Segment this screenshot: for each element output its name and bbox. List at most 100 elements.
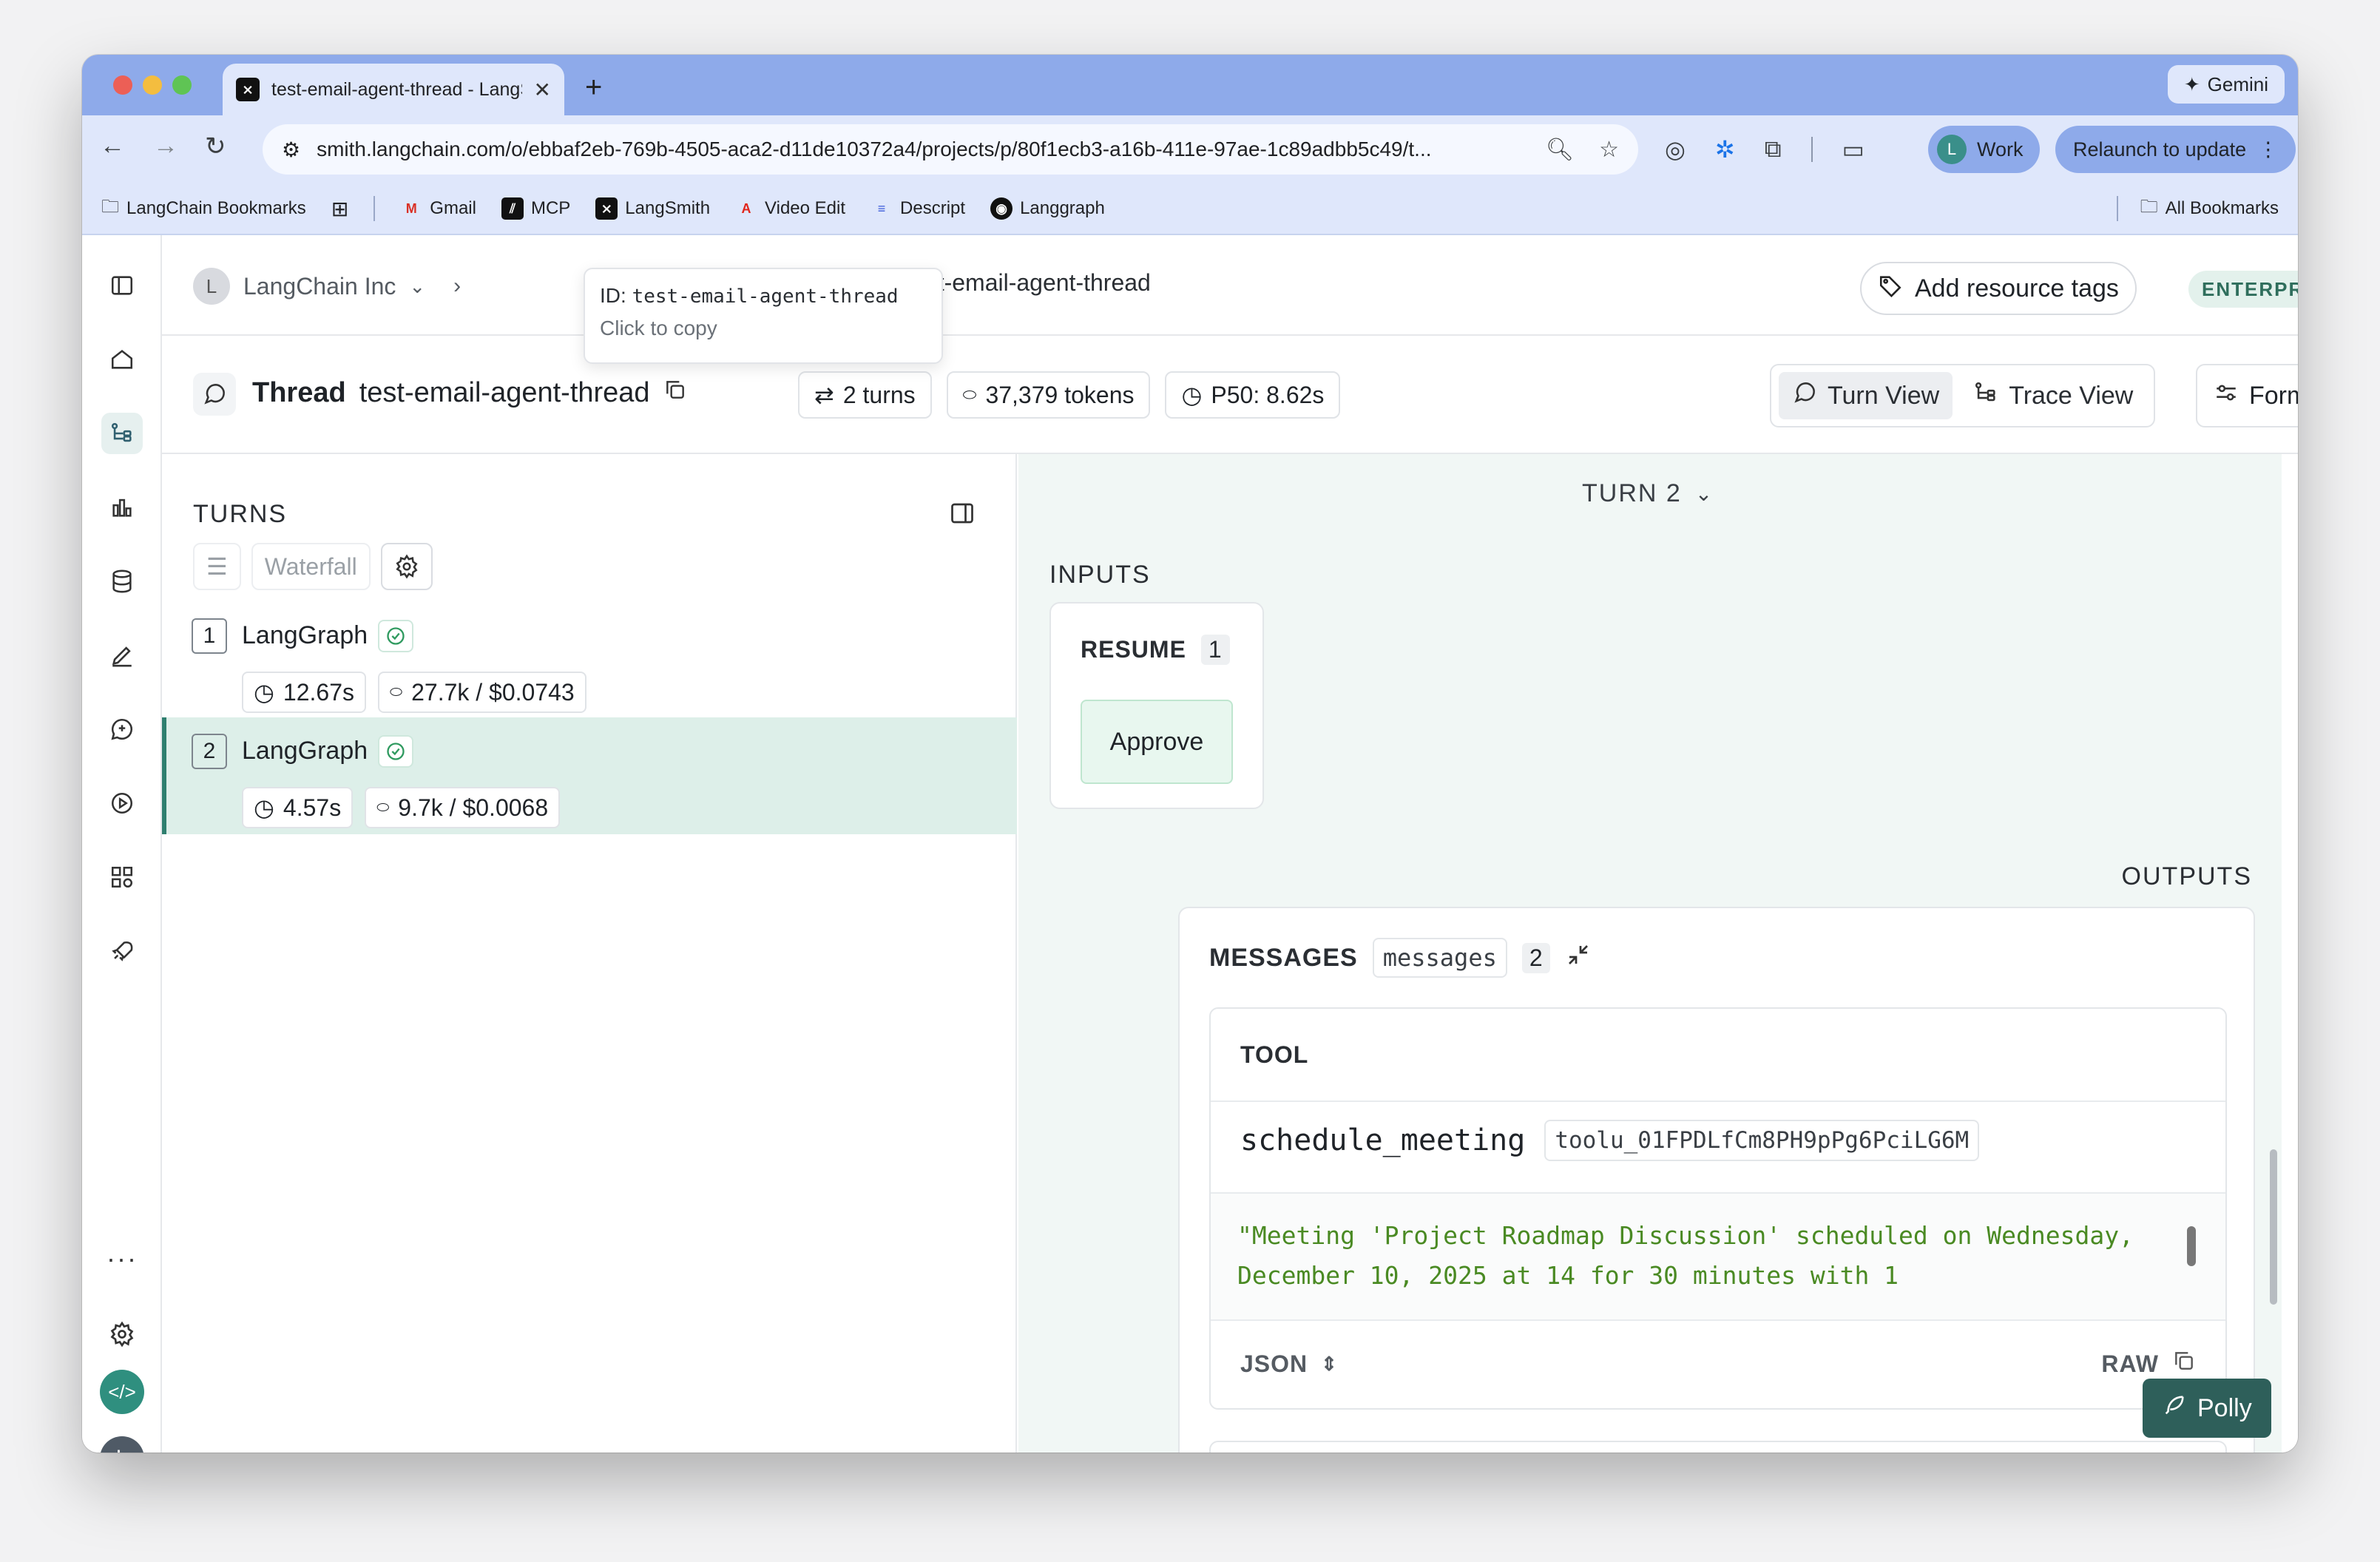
- zoom-icon[interactable]: 🔍︎: [1546, 137, 1574, 163]
- all-bookmarks-folder[interactable]: 🗀 All Bookmarks: [2140, 194, 2279, 224]
- forward-arrow-icon[interactable]: →: [153, 132, 178, 160]
- turn-row[interactable]: 1 LangGraph ◷ 12.67s ⬭ 27.7k / $0.0743: [162, 602, 1017, 719]
- raw-toggle[interactable]: RAW: [2101, 1349, 2196, 1379]
- bookmark-mcp[interactable]: ⫽ MCP: [501, 197, 570, 220]
- gear-icon: [396, 554, 418, 579]
- bookmark-langgraph[interactable]: ◉ Langgraph: [990, 197, 1105, 220]
- resume-input-card: RESUME 1 Approve: [1049, 602, 1264, 809]
- messages-output-card: MESSAGES messages 2 TOOL schedule_meetin…: [1178, 907, 2255, 1453]
- back-arrow-icon[interactable]: ←: [100, 132, 125, 160]
- turn-latency: 4.57s: [283, 794, 342, 821]
- relaunch-button[interactable]: Relaunch to update ⋮: [2055, 126, 2296, 173]
- copy-id-tooltip: ID: test-email-agent-thread Click to cop…: [584, 268, 943, 364]
- bookmark-descript[interactable]: ≡ Descript: [870, 197, 965, 220]
- bookmark-video-edit[interactable]: A Video Edit: [735, 197, 845, 220]
- rocket-icon[interactable]: [101, 930, 143, 972]
- site-settings-icon[interactable]: ⚙: [282, 138, 300, 162]
- apps-grid-button[interactable]: ⊞: [331, 197, 348, 221]
- prompts-chat-icon[interactable]: [101, 709, 143, 750]
- org-avatar: L: [193, 268, 230, 305]
- bookmark-langsmith[interactable]: ⨯ LangSmith: [595, 197, 710, 220]
- waterfall-toggle[interactable]: Waterfall: [251, 543, 371, 590]
- chat-bubble-icon: [1792, 380, 1817, 412]
- home-icon[interactable]: [101, 339, 143, 380]
- developer-code-icon[interactable]: </>: [100, 1370, 144, 1414]
- swap-arrows-icon: ⇄: [814, 382, 834, 408]
- thread-name: test-email-agent-thread: [359, 377, 650, 408]
- more-horizontal-icon[interactable]: ···: [101, 1238, 143, 1279]
- turn-name: LangGraph: [242, 621, 368, 649]
- turns-heading: TURNS: [193, 500, 288, 528]
- extension-1-icon[interactable]: ◎: [1665, 135, 1686, 163]
- turn-meta: ◷ 4.57s ⬭ 9.7k / $0.0068: [242, 787, 561, 828]
- turns-settings-button[interactable]: [380, 543, 433, 590]
- inputs-heading: INPUTS: [1049, 561, 1151, 589]
- thread-label: Thread: [252, 377, 346, 408]
- profile-button[interactable]: L Work: [1928, 126, 2040, 173]
- filter-button[interactable]: ☰: [193, 543, 241, 590]
- outputs-heading: OUTPUTS: [2121, 862, 2252, 890]
- tool-output-content: "Meeting 'Project Roadmap Discussion' sc…: [1211, 1194, 2225, 1319]
- gemini-button[interactable]: ✦ Gemini: [2167, 65, 2285, 104]
- turn-tokens-cost: 27.7k / $0.0743: [411, 678, 575, 706]
- minimize-window-button[interactable]: [143, 75, 162, 95]
- gmail-icon: M: [405, 200, 417, 216]
- add-resource-tags-button[interactable]: Add resource tags: [1860, 262, 2137, 315]
- close-tab-icon[interactable]: ✕: [534, 78, 551, 102]
- user-avatar[interactable]: L: [100, 1436, 144, 1453]
- polly-assistant-button[interactable]: Polly: [2143, 1379, 2271, 1438]
- thread-stats: ⇄ 2 turns ⬭ 37,379 tokens ◷ P50: 8.62s: [798, 371, 1341, 419]
- monitoring-chart-icon[interactable]: [101, 487, 143, 528]
- profile-label: Work: [1977, 138, 2024, 160]
- token-coin-icon: ⬭: [390, 683, 403, 700]
- extensions-area: ◎ ✲ ⧉ ▭: [1665, 129, 1865, 170]
- annotation-pen-icon[interactable]: [101, 635, 143, 676]
- sidebar-toggle-icon[interactable]: [101, 265, 143, 306]
- turn-view-button[interactable]: Turn View: [1779, 372, 1953, 419]
- copy-icon[interactable]: [663, 377, 687, 409]
- messages-label: MESSAGES: [1209, 943, 1358, 972]
- turn-row-selected[interactable]: 2 LangGraph ◷ 4.57s ⬭ 9.7k / $0.0068: [162, 717, 1017, 834]
- new-tab-button[interactable]: +: [585, 71, 602, 104]
- copy-icon[interactable]: [2172, 1349, 2196, 1379]
- langsmith-icon: ⨯: [595, 197, 618, 220]
- datasets-database-icon[interactable]: [101, 561, 143, 602]
- address-bar[interactable]: ⚙ smith.langchain.com/o/ebbaf2eb-769b-45…: [263, 124, 1638, 175]
- more-vertical-icon[interactable]: ⋮: [2258, 138, 2278, 161]
- close-window-button[interactable]: [113, 75, 132, 95]
- collapse-panel-icon[interactable]: [949, 500, 976, 530]
- format-selector[interactable]: JSON ⇕: [1240, 1350, 1338, 1378]
- reload-icon[interactable]: ↻: [205, 132, 226, 161]
- tooltip-id-value: test-email-agent-thread: [632, 285, 899, 308]
- clock-icon: ◷: [1181, 382, 1203, 408]
- profile-avatar: L: [1937, 135, 1967, 164]
- puzzle-extensions-icon[interactable]: ⧉: [1765, 135, 1782, 163]
- messages-header: MESSAGES messages 2: [1209, 938, 1592, 978]
- trace-view-button[interactable]: Trace View: [1960, 372, 2146, 419]
- tab-search-icon[interactable]: ▭: [1842, 135, 1865, 163]
- scrollbar[interactable]: [2187, 1226, 2196, 1266]
- deployments-grid-icon[interactable]: [101, 856, 143, 898]
- extension-2-icon[interactable]: ✲: [1715, 135, 1735, 163]
- bookmark-folder-langchain[interactable]: 🗀 LangChain Bookmarks: [101, 194, 306, 224]
- bookmark-gmail[interactable]: M Gmail: [400, 197, 476, 220]
- chevron-down-icon[interactable]: ⌄: [409, 275, 425, 298]
- tracing-projects-icon[interactable]: [101, 413, 143, 454]
- turn-latency: 12.67s: [283, 678, 354, 706]
- url-text[interactable]: smith.langchain.com/o/ebbaf2eb-769b-4505…: [317, 138, 1529, 161]
- format-button[interactable]: Format: [2196, 364, 2298, 427]
- maximize-window-button[interactable]: [172, 75, 192, 95]
- org-switcher[interactable]: LangChain Inc: [243, 273, 396, 300]
- tool-output-text: "Meeting 'Project Roadmap Discussion' sc…: [1237, 1221, 2134, 1290]
- browser-tab-active[interactable]: ⨯ test-email-agent-thread - LangSmith ✕: [223, 64, 564, 115]
- turn-selector-dropdown[interactable]: TURN 2 ⌄: [1582, 479, 1714, 508]
- scrollbar[interactable]: [2270, 1149, 2277, 1305]
- collapse-arrows-icon[interactable]: [1565, 941, 1592, 975]
- turn-meta: ◷ 12.67s ⬭ 27.7k / $0.0743: [242, 672, 586, 713]
- bookmark-star-icon[interactable]: ☆: [1599, 137, 1619, 163]
- playground-play-icon[interactable]: [101, 782, 143, 824]
- settings-gear-icon[interactable]: [101, 1314, 143, 1355]
- raw-label: RAW: [2101, 1350, 2159, 1377]
- tool-name-row: schedule_meeting toolu_01FPDLfCm8PH9pPg6…: [1240, 1120, 1980, 1161]
- view-toggle: Turn View Trace View: [1770, 364, 2156, 427]
